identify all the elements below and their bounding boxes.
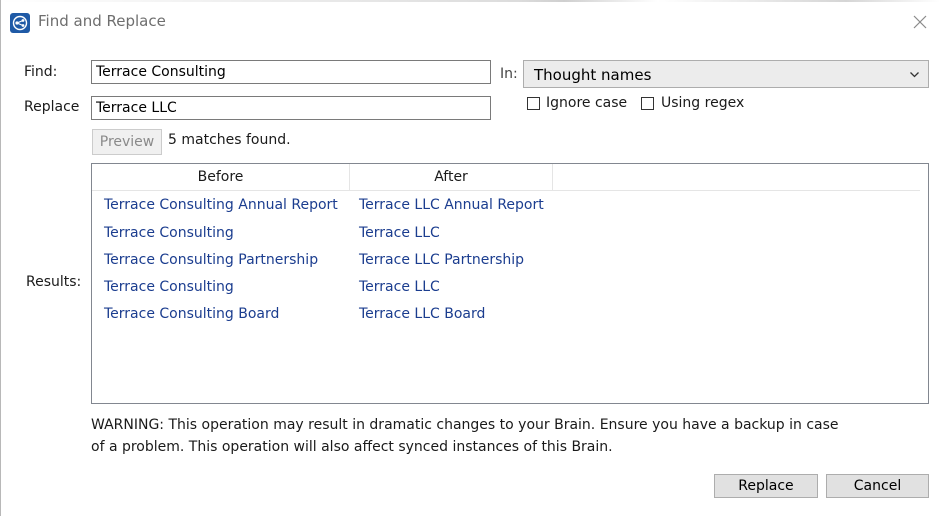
results-list[interactable]: Before After Terrace Consulting Annual R…: [91, 163, 929, 404]
before-cell: Terrace Consulting: [104, 225, 234, 241]
warning-message: WARNING: This operation may result in dr…: [91, 414, 891, 458]
table-row[interactable]: Terrace Consulting Partnership Terrace L…: [92, 246, 920, 274]
after-cell: Terrace LLC Board: [359, 306, 486, 322]
scope-select-value: Thought names: [534, 66, 652, 84]
column-header-after[interactable]: After: [350, 164, 553, 190]
replace-input[interactable]: [91, 96, 491, 120]
table-row[interactable]: Terrace Consulting Board Terrace LLC Boa…: [92, 300, 920, 328]
before-cell: Terrace Consulting: [104, 279, 234, 295]
after-cell: Terrace LLC: [359, 279, 440, 295]
window-title: Find and Replace: [38, 12, 166, 30]
scope-select[interactable]: Thought names: [523, 60, 929, 88]
find-replace-dialog: Find and Replace Find: In: Thought names…: [0, 0, 940, 516]
cancel-button[interactable]: Cancel: [826, 474, 929, 498]
ignore-case-checkbox[interactable]: [527, 97, 540, 110]
warning-line-2: of a problem. This operation will also a…: [91, 439, 613, 455]
before-cell: Terrace Consulting Board: [104, 306, 280, 322]
match-count-status: 5 matches found.: [168, 132, 291, 148]
brain-app-icon: [10, 13, 30, 33]
find-label: Find:: [24, 64, 58, 80]
ignore-case-label[interactable]: Ignore case: [546, 95, 627, 111]
chevron-down-icon: [910, 72, 919, 78]
using-regex-checkbox[interactable]: [641, 97, 654, 110]
after-cell: Terrace LLC Annual Report: [359, 197, 544, 213]
preview-button[interactable]: Preview: [92, 129, 162, 155]
results-label: Results:: [26, 274, 82, 290]
using-regex-label[interactable]: Using regex: [661, 95, 744, 111]
replace-label: Replace: [24, 99, 80, 115]
table-row[interactable]: Terrace Consulting Terrace LLC: [92, 273, 920, 301]
top-edge: [0, 0, 940, 2]
before-cell: Terrace Consulting Annual Report: [104, 197, 338, 213]
window-border: [0, 0, 1, 516]
replace-button[interactable]: Replace: [714, 474, 818, 498]
before-cell: Terrace Consulting Partnership: [104, 252, 319, 268]
table-row[interactable]: Terrace Consulting Annual Report Terrace…: [92, 191, 920, 219]
warning-line-1: WARNING: This operation may result in dr…: [91, 417, 839, 433]
after-cell: Terrace LLC: [359, 225, 440, 241]
table-row[interactable]: Terrace Consulting Terrace LLC: [92, 219, 920, 247]
close-icon[interactable]: [908, 10, 932, 34]
column-header-before[interactable]: Before: [92, 164, 350, 190]
in-label: In:: [500, 66, 518, 82]
find-input[interactable]: [91, 60, 491, 84]
results-header: Before After: [92, 164, 920, 191]
after-cell: Terrace LLC Partnership: [359, 252, 525, 268]
